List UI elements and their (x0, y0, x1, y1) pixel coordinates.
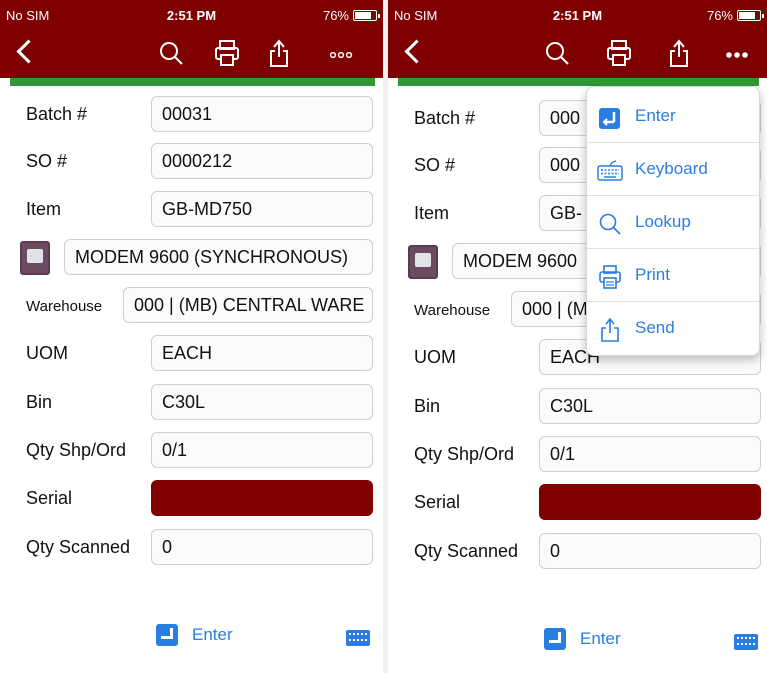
menu-item-lookup[interactable]: Lookup (587, 197, 759, 249)
more-icon[interactable] (326, 38, 356, 68)
progress-bar (398, 78, 759, 86)
uom-label: UOM (26, 343, 68, 363)
battery-percent: 76% (322, 8, 349, 23)
qty-field[interactable]: 0/1 (539, 436, 761, 472)
batch-field[interactable]: 00031 (151, 96, 373, 132)
item-label: Item (414, 203, 450, 223)
more-icon[interactable] (722, 38, 752, 68)
keyboard-icon[interactable] (346, 630, 370, 646)
uom-field[interactable]: EACH (151, 335, 373, 371)
actions-menu: Enter Keyboard Lookup Print Send (586, 86, 760, 356)
batch-label: Batch # (414, 108, 476, 128)
menu-item-label: Keyboard (635, 159, 708, 178)
item-image (408, 245, 438, 279)
serial-row: Serial (388, 480, 767, 520)
description-field: MODEM 9600 (SYNCHRONOUS) (64, 239, 373, 275)
enter-label: Enter (192, 625, 233, 644)
printer-icon (599, 265, 621, 289)
serial-field[interactable] (151, 480, 373, 516)
search-icon[interactable] (542, 38, 572, 68)
status-bar: No SIM 2:51 PM 76% (388, 6, 767, 26)
qty-label: Qty Shp/Ord (26, 440, 127, 460)
qty-row: Qty Shp/Ord 0/1 (0, 432, 383, 470)
bottom-toolbar: Enter (0, 620, 383, 660)
uom-label: UOM (414, 347, 456, 367)
phone-screen-left: No SIM 2:51 PM 76% Batch # 00031 SO # 00… (0, 0, 383, 673)
enter-label: Enter (580, 629, 621, 648)
so-label: SO # (414, 155, 456, 175)
battery-icon (737, 10, 764, 21)
menu-item-enter[interactable]: Enter (587, 91, 759, 143)
serial-field[interactable] (539, 484, 761, 520)
scanned-row: Qty Scanned 0 (0, 529, 383, 567)
warehouse-field[interactable]: 000 | (MB) CENTRAL WARE (123, 287, 373, 323)
enter-button[interactable]: Enter (544, 628, 621, 650)
battery-icon (353, 10, 380, 21)
scanned-row: Qty Scanned 0 (388, 529, 767, 569)
bin-field[interactable]: C30L (151, 384, 373, 420)
battery-percent: 76% (706, 8, 733, 23)
keyboard-icon[interactable] (734, 634, 758, 650)
menu-item-print[interactable]: Print (587, 250, 759, 302)
progress-bar (10, 78, 375, 86)
back-icon[interactable] (402, 38, 432, 68)
enter-icon (599, 108, 620, 129)
description-row: MODEM 9600 (SYNCHRONOUS) (0, 239, 383, 277)
search-icon (599, 213, 621, 235)
bin-label: Bin (414, 396, 441, 416)
item-image (20, 241, 50, 275)
scanned-field[interactable]: 0 (151, 529, 373, 565)
uom-row: UOM EACH (0, 335, 383, 373)
share-icon (601, 317, 619, 342)
bottom-toolbar: Enter (388, 624, 767, 664)
nav-bar (388, 32, 767, 76)
keyboard-icon (597, 160, 623, 181)
scanned-field[interactable]: 0 (539, 533, 761, 569)
bin-field[interactable]: C30L (539, 388, 761, 424)
item-row: Item GB-MD750 (0, 191, 383, 229)
bin-label: Bin (26, 392, 53, 412)
serial-row: Serial (0, 480, 383, 518)
item-label: Item (26, 199, 62, 219)
item-field[interactable]: GB-MD750 (151, 191, 373, 227)
serial-label: Serial (26, 488, 73, 508)
scanned-label: Qty Scanned (26, 537, 131, 557)
enter-icon (156, 624, 178, 646)
share-icon[interactable] (264, 38, 294, 68)
printer-icon[interactable] (604, 38, 634, 68)
qty-field[interactable]: 0/1 (151, 432, 373, 468)
app-header: No SIM 2:51 PM 76% (388, 0, 767, 78)
share-icon[interactable] (664, 38, 694, 68)
menu-item-label: Print (635, 265, 670, 284)
menu-item-label: Send (635, 318, 675, 337)
menu-item-send[interactable]: Send (587, 303, 759, 355)
qty-label: Qty Shp/Ord (414, 444, 515, 464)
enter-icon (544, 628, 566, 650)
status-bar: No SIM 2:51 PM 76% (0, 6, 383, 26)
batch-row: Batch # 00031 (0, 96, 383, 134)
so-row: SO # 0000212 (0, 143, 383, 181)
warehouse-row: Warehouse 000 | (MB) CENTRAL WARE (0, 287, 383, 325)
qty-row: Qty Shp/Ord 0/1 (388, 432, 767, 472)
batch-label: Batch # (26, 104, 88, 124)
nav-bar (0, 32, 383, 76)
so-label: SO # (26, 151, 68, 171)
back-icon[interactable] (14, 38, 44, 68)
so-field[interactable]: 0000212 (151, 143, 373, 179)
warehouse-label: Warehouse (26, 298, 103, 315)
app-header: No SIM 2:51 PM 76% (0, 0, 383, 78)
enter-button[interactable]: Enter (156, 624, 233, 646)
menu-item-label: Lookup (635, 212, 691, 231)
scanned-label: Qty Scanned (414, 541, 519, 561)
menu-item-label: Enter (635, 106, 676, 125)
serial-label: Serial (414, 492, 461, 512)
bin-row: Bin C30L (388, 384, 767, 424)
menu-item-keyboard[interactable]: Keyboard (587, 144, 759, 196)
warehouse-label: Warehouse (414, 302, 491, 319)
search-icon[interactable] (156, 38, 186, 68)
printer-icon[interactable] (212, 38, 242, 68)
bin-row: Bin C30L (0, 384, 383, 422)
